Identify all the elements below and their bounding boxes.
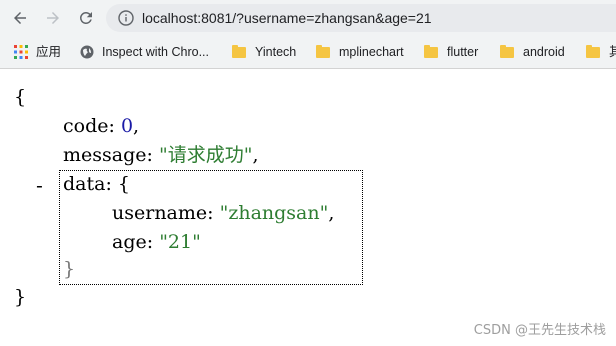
json-data-open-brace: { — [117, 173, 130, 195]
json-value-message: "请求成功" — [158, 144, 253, 166]
json-key-code: code — [63, 115, 109, 137]
bookmark-android[interactable]: android — [500, 42, 565, 62]
json-value-code: 0 — [120, 115, 134, 137]
json-comma: , — [252, 144, 259, 166]
arrow-left-icon — [14, 12, 26, 24]
json-value-username: "zhangsan" — [219, 202, 329, 224]
folder-icon — [232, 44, 246, 58]
bookmark-label: android — [523, 45, 565, 59]
folder-icon — [424, 44, 438, 58]
bookmark-label: 其 — [609, 45, 616, 59]
browser-toolbar: localhost:8081/?username=zhangsan&age=21 — [0, 0, 616, 36]
globe-icon — [80, 45, 94, 59]
json-value-age: "21" — [159, 231, 201, 253]
watermark: CSDN @王先生技术栈 — [473, 323, 606, 338]
json-viewer: { code: 0, message: "请求成功", - data: { us… — [0, 69, 616, 346]
bookmark-label: flutter — [447, 45, 479, 59]
collapse-toggle[interactable]: - — [36, 172, 43, 200]
arrow-right-icon — [47, 12, 59, 24]
json-key-age: age — [112, 231, 147, 253]
json-line-username: username: "zhangsan", — [112, 199, 334, 227]
json-key-data: data — [63, 173, 106, 195]
bookmarks-bar: 应用 Inspect with Chro... Yintech mplinech… — [0, 36, 616, 69]
json-colon: : — [108, 115, 121, 137]
reload-button[interactable] — [74, 6, 98, 30]
reload-icon — [79, 11, 92, 24]
bookmark-yintech[interactable]: Yintech — [232, 42, 296, 62]
json-data-close-brace: } — [63, 258, 76, 280]
json-comma: , — [133, 115, 140, 137]
back-button[interactable] — [8, 6, 32, 30]
json-colon: : — [105, 173, 118, 195]
json-close-brace: } — [14, 286, 27, 308]
json-open-brace: { — [14, 86, 27, 108]
json-colon: : — [146, 144, 159, 166]
apps-grid-icon — [14, 45, 28, 59]
json-colon: : — [146, 231, 160, 253]
json-line-code: code: 0, — [63, 112, 139, 140]
folder-icon — [586, 44, 600, 58]
bookmark-apps[interactable]: 应用 — [14, 42, 61, 62]
json-colon: : — [207, 202, 220, 224]
json-line-message: message: "请求成功", — [63, 141, 258, 169]
folder-icon — [316, 44, 330, 58]
forward-button[interactable] — [41, 6, 65, 30]
bookmark-label: 应用 — [36, 45, 62, 59]
json-line-age: age: "21" — [112, 228, 201, 256]
url-text[interactable]: localhost:8081/?username=zhangsan&age=21 — [142, 4, 432, 32]
bookmark-label: mplinechart — [339, 45, 404, 59]
bookmark-mplinechart[interactable]: mplinechart — [316, 42, 404, 62]
json-key-username: username — [112, 202, 208, 224]
folder-icon — [500, 44, 514, 58]
info-icon[interactable] — [118, 10, 134, 26]
json-key-message: message — [63, 144, 147, 166]
bookmark-flutter[interactable]: flutter — [424, 42, 478, 62]
address-bar[interactable]: localhost:8081/?username=zhangsan&age=21 — [106, 4, 616, 32]
bookmark-other[interactable]: 其 — [586, 42, 616, 62]
bookmark-label: Yintech — [255, 45, 297, 59]
json-comma: , — [328, 202, 335, 224]
bookmark-label: Inspect with Chro... — [102, 45, 209, 59]
bookmark-inspect[interactable]: Inspect with Chro... — [80, 42, 209, 62]
json-line-data: data: { — [63, 170, 130, 198]
